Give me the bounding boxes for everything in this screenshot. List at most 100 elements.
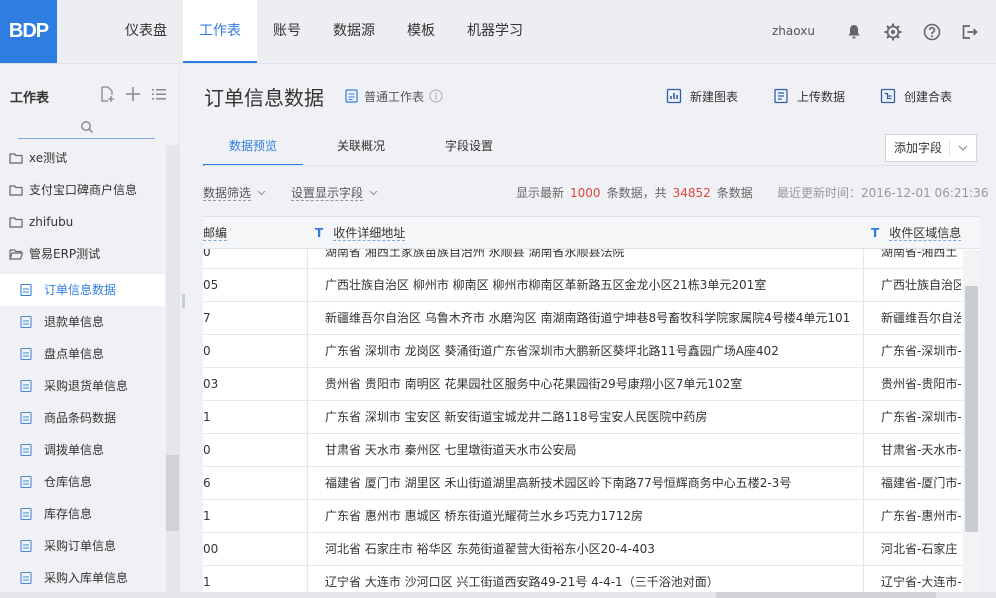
nav-tab-template[interactable]: 模板 <box>391 0 451 63</box>
app-logo[interactable]: BDP <box>0 0 57 63</box>
sidebar-folder-label: xe测试 <box>29 151 68 165</box>
sidebar-folder-label: zhifubu <box>29 215 74 229</box>
sidebar-sheet-label: 采购入库单信息 <box>44 571 129 585</box>
cell-address: 广东省 深圳市 龙岗区 葵涌街道广东省深圳市大鹏新区葵坪北路11号鑫园广场A座4… <box>325 344 779 358</box>
sidebar-search-input[interactable] <box>18 117 155 139</box>
cell-region: 广东省-深圳市- <box>881 344 961 358</box>
last-updated: 最近更新时间：2016-12-01 06:21:36 <box>777 186 989 200</box>
new-chart-button[interactable]: 新建图表 <box>666 88 738 105</box>
upload-data-button[interactable]: 上传数据 <box>773 88 845 105</box>
stat-suffix: 条数据 <box>716 186 753 200</box>
cell-zipcode: 0 <box>203 344 211 358</box>
folder-open-icon <box>9 249 23 260</box>
horizontal-scrollbar[interactable] <box>0 592 996 598</box>
sidebar-sheet-transfer[interactable]: 调拨单信息 <box>0 434 165 466</box>
add-icon[interactable] <box>124 85 142 103</box>
tab-relation-overview[interactable]: 关联概况 <box>311 128 411 166</box>
tab-divider <box>204 165 976 166</box>
tab-data-preview[interactable]: 数据预览 <box>203 128 303 166</box>
sidebar-scrollbar[interactable] <box>166 145 179 597</box>
cell-address: 广西壮族自治区 柳州市 柳南区 柳州市柳南区革新路五区金龙小区21栋3单元201… <box>325 278 767 292</box>
column-header-address[interactable]: T 收件详细地址 <box>315 217 855 249</box>
nav-tab-datasource[interactable]: 数据源 <box>317 0 391 63</box>
page-title: 订单信息数据 <box>204 86 324 110</box>
sidebar-sheet-label: 订单信息数据 <box>44 283 117 297</box>
list-icon[interactable] <box>150 85 168 103</box>
sidebar-sheet-refund[interactable]: 退款单信息 <box>0 306 165 338</box>
logout-icon[interactable] <box>959 22 979 42</box>
sidebar-sheet-label: 采购退货单信息 <box>44 379 129 393</box>
sheet-icon <box>20 283 32 297</box>
table-scrollbar[interactable] <box>963 250 980 598</box>
sheet-type-label: 普通工作表 <box>364 90 425 104</box>
sidebar-folder-zhifubu[interactable]: zhifubu <box>0 206 165 238</box>
new-chart-label: 新建图表 <box>690 90 739 104</box>
nav-tab-machine-learning[interactable]: 机器学习 <box>451 0 539 63</box>
column-header-label: 收件区域信息 <box>889 226 962 241</box>
create-merge-button[interactable]: 创建合表 <box>880 88 952 105</box>
chevron-down-icon <box>369 190 378 196</box>
display-fields-dropdown[interactable]: 设置显示字段 <box>291 184 378 201</box>
cell-address: 甘肃省 天水市 秦州区 七里墩街道天水市公安局 <box>325 443 577 457</box>
sidebar-folder-xe[interactable]: xe测试 <box>0 142 165 174</box>
text-type-icon: T <box>871 226 880 240</box>
table-scrollbar-thumb[interactable] <box>965 286 978 532</box>
sidebar-sheet-label: 调拨单信息 <box>44 443 105 457</box>
column-header-zipcode[interactable]: 邮编 <box>203 217 307 249</box>
column-header-region[interactable]: T 收件区域信息 <box>871 217 980 249</box>
sheet-icon <box>20 571 32 585</box>
bell-icon[interactable] <box>844 22 864 42</box>
upload-data-label: 上传数据 <box>797 90 846 104</box>
sheet-icon <box>20 347 32 361</box>
sheet-icon <box>20 443 32 457</box>
cell-region: 甘肃省-天水市- <box>881 443 961 457</box>
sidebar-folder-erp[interactable]: 管易ERP测试 <box>0 238 165 270</box>
nav-tab-account[interactable]: 账号 <box>257 0 317 63</box>
cell-zipcode: 05 <box>203 278 219 292</box>
cell-address: 贵州省 贵阳市 南明区 花果园社区服务中心花果园街29号康翔小区7单元102室 <box>325 377 743 391</box>
sidebar-sheet-purchase-receipt[interactable]: 采购入库单信息 <box>0 562 165 594</box>
sidebar-sheet-purchase-order[interactable]: 采购订单信息 <box>0 530 165 562</box>
sidebar-resize-handle[interactable] <box>182 294 185 308</box>
cell-address: 广东省 惠州市 惠城区 桥东街道光耀荷兰水乡巧克力1712房 <box>325 509 643 523</box>
tab-field-settings[interactable]: 字段设置 <box>419 128 519 166</box>
row-count-stat: 显示最新 1000 条数据，共 34852 条数据 <box>516 184 753 201</box>
cell-region: 贵州省-贵阳市- <box>881 377 961 391</box>
data-filter-dropdown[interactable]: 数据筛选 <box>203 184 266 201</box>
folder-icon <box>9 217 23 228</box>
sidebar-sheet-label: 退款单信息 <box>44 315 105 329</box>
add-field-dropdown[interactable]: 添加字段 <box>885 134 977 162</box>
cell-zipcode: 0 <box>203 443 211 457</box>
search-icon <box>81 121 94 134</box>
cell-region: 广西壮族自治区 <box>881 278 961 292</box>
new-file-icon[interactable] <box>98 85 116 103</box>
display-fields-label: 设置显示字段 <box>291 186 364 201</box>
username[interactable]: zhaoxu <box>772 0 815 63</box>
stat-total-count: 34852 <box>672 186 711 200</box>
data-filter-label: 数据筛选 <box>203 186 252 201</box>
sidebar-folder-alipay[interactable]: 支付宝口碑商户信息 <box>0 174 165 206</box>
sheet-icon <box>20 539 32 553</box>
horizontal-scrollbar-thumb[interactable] <box>716 592 936 598</box>
sidebar-sheet-purchase-return[interactable]: 采购退货单信息 <box>0 370 165 402</box>
sheet-icon <box>20 507 32 521</box>
sheet-type-badge: 普通工作表 <box>345 88 424 105</box>
nav-tab-worksheet[interactable]: 工作表 <box>183 0 257 63</box>
cell-region: 河北省-石家庄 <box>881 542 958 556</box>
sidebar-sheet-orders[interactable]: 订单信息数据 <box>0 274 165 306</box>
help-icon[interactable] <box>922 22 942 42</box>
gear-icon[interactable] <box>883 22 903 42</box>
nav-tab-dashboard[interactable]: 仪表盘 <box>109 0 183 63</box>
sidebar-sheet-warehouse[interactable]: 仓库信息 <box>0 466 165 498</box>
sidebar: 工作表 xe测试 支付宝口碑商户信息 zhifubu 管易ERP测试 订单信息数… <box>0 65 180 598</box>
sidebar-scrollbar-thumb[interactable] <box>166 455 179 531</box>
sidebar-sheet-label: 库存信息 <box>44 507 93 521</box>
sidebar-sheet-inventory[interactable]: 库存信息 <box>0 498 165 530</box>
sidebar-sheet-barcode[interactable]: 商品条码数据 <box>0 402 165 434</box>
cell-zipcode: 00 <box>203 542 219 556</box>
cell-zipcode: 1 <box>203 509 211 523</box>
info-icon[interactable] <box>429 89 443 103</box>
sidebar-sheet-stocktake[interactable]: 盘点单信息 <box>0 338 165 370</box>
sheet-icon <box>20 411 32 425</box>
chevron-down-icon <box>257 190 266 196</box>
